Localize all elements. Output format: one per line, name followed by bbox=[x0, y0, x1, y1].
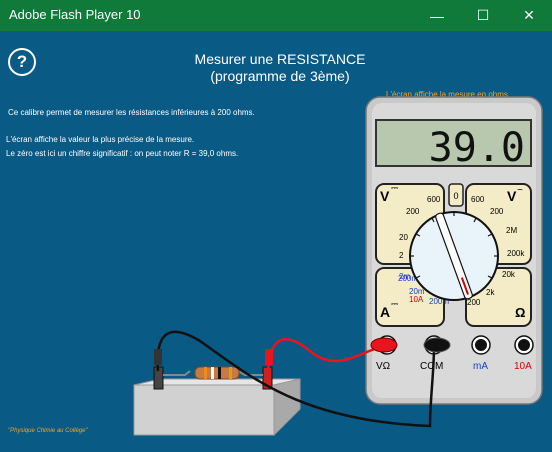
lcd-reading: 39.0 bbox=[429, 125, 525, 171]
red-plug[interactable] bbox=[370, 337, 398, 353]
range-ohm-2M[interactable]: 2M bbox=[506, 226, 517, 235]
resistor-icon bbox=[194, 366, 240, 380]
vdc-mark: ⎓ bbox=[391, 183, 398, 193]
range-ohm-20k[interactable]: 20k bbox=[502, 270, 516, 279]
vac-mark: ~ bbox=[517, 185, 523, 196]
range-adc-2m[interactable]: 2m bbox=[399, 272, 410, 281]
range-vdc-200[interactable]: 200 bbox=[406, 207, 420, 216]
vdc-symbol: V bbox=[380, 188, 390, 204]
jack-ma[interactable] bbox=[471, 335, 491, 355]
range-ohm-2k[interactable]: 2k bbox=[486, 288, 495, 297]
ohm-symbol: Ω bbox=[515, 305, 525, 320]
jack-10a-label: 10A bbox=[514, 361, 532, 372]
black-probe-tip[interactable] bbox=[154, 349, 162, 365]
window-title: Adobe Flash Player 10 bbox=[9, 7, 141, 22]
jack-ma-label: mA bbox=[473, 361, 488, 372]
range-vdc-2[interactable]: 2 bbox=[399, 251, 404, 260]
range-ohm-200[interactable]: 200 bbox=[467, 298, 481, 307]
range-ohm-200k[interactable]: 200k bbox=[507, 249, 525, 258]
breadboard bbox=[133, 366, 301, 437]
adc-symbol: A bbox=[380, 304, 390, 320]
adc-mark: ⎓ bbox=[391, 299, 398, 309]
range-vdc-600[interactable]: 600 bbox=[427, 195, 441, 204]
maximize-button[interactable]: ☐ bbox=[460, 0, 506, 31]
range-vdc-20[interactable]: 20 bbox=[399, 233, 408, 242]
off-label: 0 bbox=[453, 191, 458, 201]
multimeter: 39.0 0 V ⎓ V ~ A ⎓ Ω 600 200 20 2 600 20… bbox=[365, 96, 543, 405]
range-vac-600[interactable]: 600 bbox=[471, 195, 485, 204]
flash-stage: ? Mesurer une RESISTANCE (programme de 3… bbox=[0, 31, 552, 452]
red-probe-tip[interactable] bbox=[265, 349, 273, 365]
minimize-button[interactable]: — bbox=[414, 0, 460, 31]
close-button[interactable]: ✕ bbox=[506, 0, 552, 31]
range-adc-10A[interactable]: 10A bbox=[409, 295, 424, 304]
range-vac-200[interactable]: 200 bbox=[490, 207, 504, 216]
title-bar: Adobe Flash Player 10 — ☐ ✕ bbox=[0, 0, 552, 31]
jack-com-label: COM bbox=[420, 361, 443, 372]
jack-10a[interactable] bbox=[514, 335, 534, 355]
jack-v-ohm-label: VΩ bbox=[376, 361, 391, 372]
black-plug[interactable] bbox=[423, 337, 451, 353]
vac-symbol: V bbox=[507, 188, 517, 204]
circuit-illustration: 39.0 0 V ⎓ V ~ A ⎓ Ω 600 200 20 2 600 20… bbox=[133, 96, 543, 437]
